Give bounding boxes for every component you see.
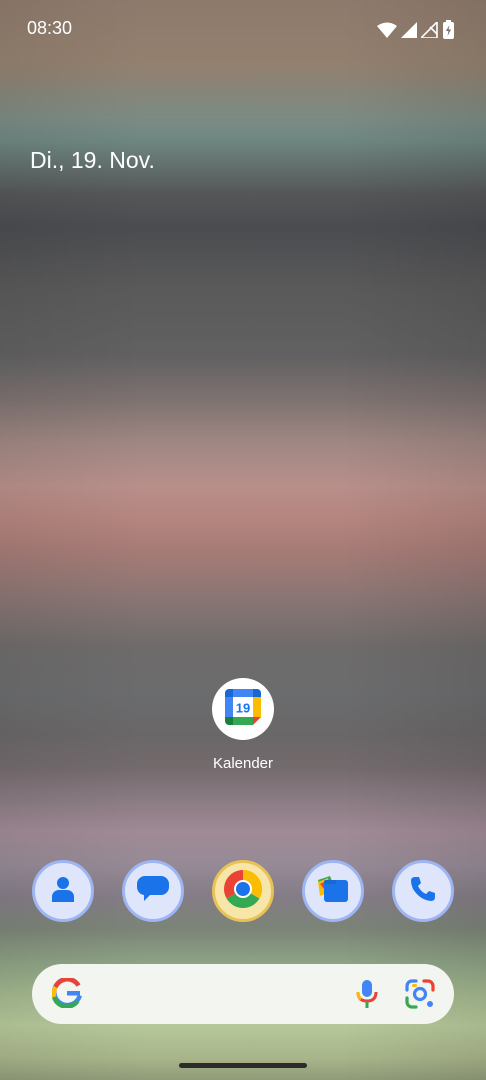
dock — [0, 860, 486, 922]
google-g-icon — [51, 976, 82, 1013]
chrome-app-button[interactable] — [212, 860, 274, 922]
calendar-app-label: Kalender — [212, 755, 274, 772]
files-app-button[interactable] — [302, 860, 364, 922]
google-lens-icon[interactable] — [404, 979, 436, 1014]
messages-icon — [136, 874, 170, 909]
phone-icon — [408, 874, 438, 909]
contacts-app-button[interactable] — [32, 860, 94, 922]
signal-no-service-icon — [419, 19, 439, 43]
signal-icon — [401, 21, 417, 43]
contacts-icon — [48, 874, 78, 909]
battery-charging-icon — [443, 20, 454, 44]
status-time: 08:30 — [27, 18, 73, 38]
calendar-app-button[interactable]: 19 — [212, 678, 274, 740]
date-widget[interactable]: Di., 19. Nov. — [30, 147, 155, 174]
files-icon — [316, 874, 350, 909]
phone-app-button[interactable] — [392, 860, 454, 922]
google-search-bar[interactable] — [32, 964, 454, 1024]
calendar-icon: 19 — [224, 688, 262, 731]
wifi-icon — [377, 22, 397, 43]
calendar-icon-day: 19 — [236, 700, 250, 715]
microphone-icon[interactable] — [356, 979, 378, 1014]
status-icons — [377, 19, 454, 44]
status-bar: 08:30 — [0, 0, 486, 58]
messages-app-button[interactable] — [122, 860, 184, 922]
navigation-handle[interactable] — [179, 1063, 307, 1068]
chrome-icon — [223, 869, 263, 914]
